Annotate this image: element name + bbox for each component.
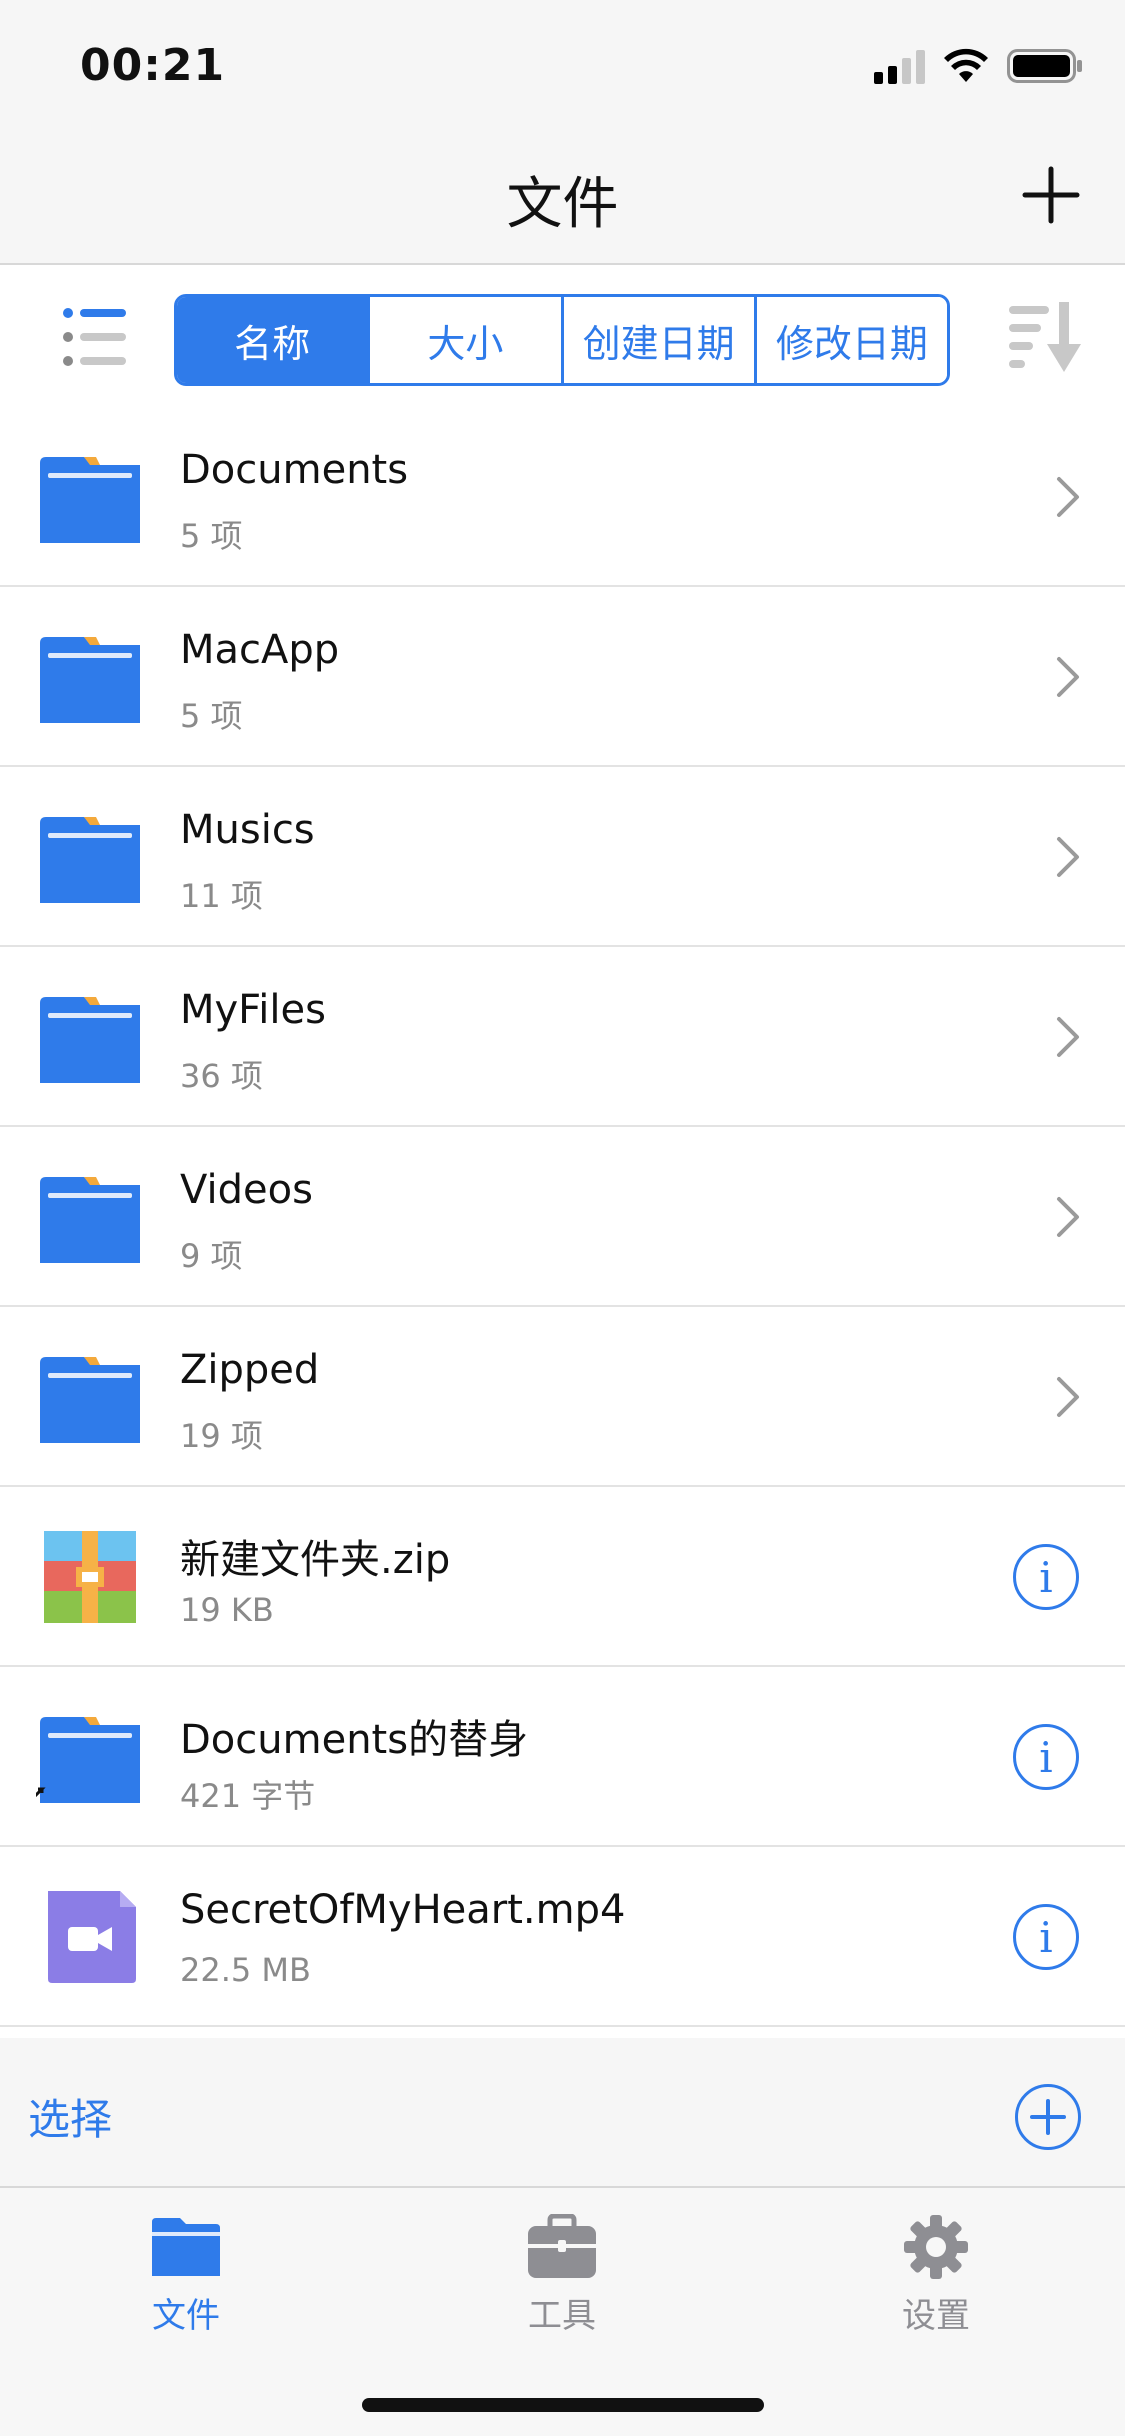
chevron-right-icon	[1057, 1197, 1079, 1237]
folder-icon	[40, 1357, 140, 1443]
file-row-alias[interactable]: Documents的替身 421 字节 i	[0, 1667, 1125, 1847]
info-icon[interactable]: i	[1013, 1724, 1079, 1790]
status-icons	[874, 48, 1083, 84]
sort-by-created-date-tab[interactable]: 创建日期	[563, 297, 757, 383]
file-detail: 36 项	[180, 1057, 263, 1095]
file-row-musics[interactable]: Musics 11 项	[0, 767, 1125, 947]
folder-icon	[40, 1177, 140, 1263]
select-bar: 选择	[0, 2038, 1125, 2186]
file-list: Documents 5 项 MacApp 5 项 Musics 11 项 MyF…	[0, 407, 1125, 2027]
toolbox-icon	[528, 2214, 596, 2278]
home-indicator	[362, 2398, 764, 2412]
file-name: Musics	[180, 807, 315, 853]
file-row-video[interactable]: SecretOfMyHeart.mp4 22.5 MB i	[0, 1847, 1125, 2027]
file-name: MacApp	[180, 627, 340, 673]
file-detail: 11 项	[180, 877, 263, 915]
file-name: MyFiles	[180, 987, 326, 1033]
sort-by-size-tab[interactable]: 大小	[370, 297, 564, 383]
file-name: Documents	[180, 447, 409, 493]
file-detail: 19 项	[180, 1417, 263, 1455]
file-name: Zipped	[180, 1347, 320, 1393]
file-name: SecretOfMyHeart.mp4	[180, 1887, 626, 1933]
file-detail: 22.5 MB	[180, 1951, 311, 1989]
tab-label: 文件	[152, 2296, 220, 2336]
page-title: 文件	[506, 172, 619, 237]
gear-icon	[904, 2215, 968, 2279]
sort-toolbar: 名称 大小 创建日期 修改日期	[0, 267, 1125, 407]
chevron-right-icon	[1057, 1377, 1079, 1417]
add-circle-icon[interactable]	[1015, 2084, 1081, 2150]
folder-icon	[40, 637, 140, 723]
file-row-zipped[interactable]: Zipped 19 项	[0, 1307, 1125, 1487]
file-row-zip-archive[interactable]: 新建文件夹.zip 19 KB i	[0, 1487, 1125, 1667]
status-time: 00:21	[80, 40, 226, 91]
battery-icon	[1007, 49, 1082, 83]
file-detail: 9 项	[180, 1237, 243, 1275]
file-detail: 19 KB	[180, 1591, 274, 1629]
file-row-macapp[interactable]: MacApp 5 项	[0, 587, 1125, 767]
folder-icon	[152, 2218, 220, 2276]
tab-files[interactable]: 文件	[96, 2214, 276, 2337]
add-icon[interactable]	[1021, 165, 1081, 225]
wifi-icon	[944, 48, 988, 82]
tab-settings[interactable]: 设置	[846, 2214, 1026, 2337]
video-file-icon	[48, 1891, 136, 1983]
status-bar: 00:21	[0, 0, 1125, 135]
cellular-signal-icon	[874, 48, 925, 84]
zip-archive-icon	[44, 1531, 136, 1623]
tab-label: 设置	[902, 2296, 970, 2336]
chevron-right-icon	[1057, 837, 1079, 877]
chevron-right-icon	[1057, 477, 1079, 517]
file-row-documents[interactable]: Documents 5 项	[0, 407, 1125, 587]
chevron-right-icon	[1057, 1017, 1079, 1057]
file-detail: 5 项	[180, 697, 243, 735]
sort-order-icon[interactable]	[1007, 300, 1087, 374]
file-row-videos[interactable]: Videos 9 项	[0, 1127, 1125, 1307]
chevron-right-icon	[1057, 657, 1079, 697]
file-name: Documents的替身	[180, 1717, 529, 1763]
file-name: Videos	[180, 1167, 313, 1213]
info-icon[interactable]: i	[1013, 1544, 1079, 1610]
sort-by-modified-date-tab[interactable]: 修改日期	[756, 297, 947, 383]
file-detail: 5 项	[180, 517, 243, 555]
sort-by-name-tab[interactable]: 名称	[177, 297, 371, 383]
sort-segmented-control: 名称 大小 创建日期 修改日期	[174, 294, 950, 386]
file-row-myfiles[interactable]: MyFiles 36 项	[0, 947, 1125, 1127]
file-name: 新建文件夹.zip	[180, 1537, 451, 1583]
list-view-icon[interactable]	[60, 303, 130, 373]
navigation-bar: 文件	[0, 135, 1125, 265]
folder-alias-icon	[36, 1717, 140, 1803]
tab-tools[interactable]: 工具	[472, 2214, 652, 2337]
tab-label: 工具	[528, 2296, 596, 2336]
folder-icon	[40, 817, 140, 903]
file-detail: 421 字节	[180, 1777, 316, 1815]
select-button[interactable]: 选择	[28, 2086, 112, 2147]
folder-icon	[40, 997, 140, 1083]
folder-icon	[40, 457, 140, 543]
info-icon[interactable]: i	[1013, 1904, 1079, 1970]
